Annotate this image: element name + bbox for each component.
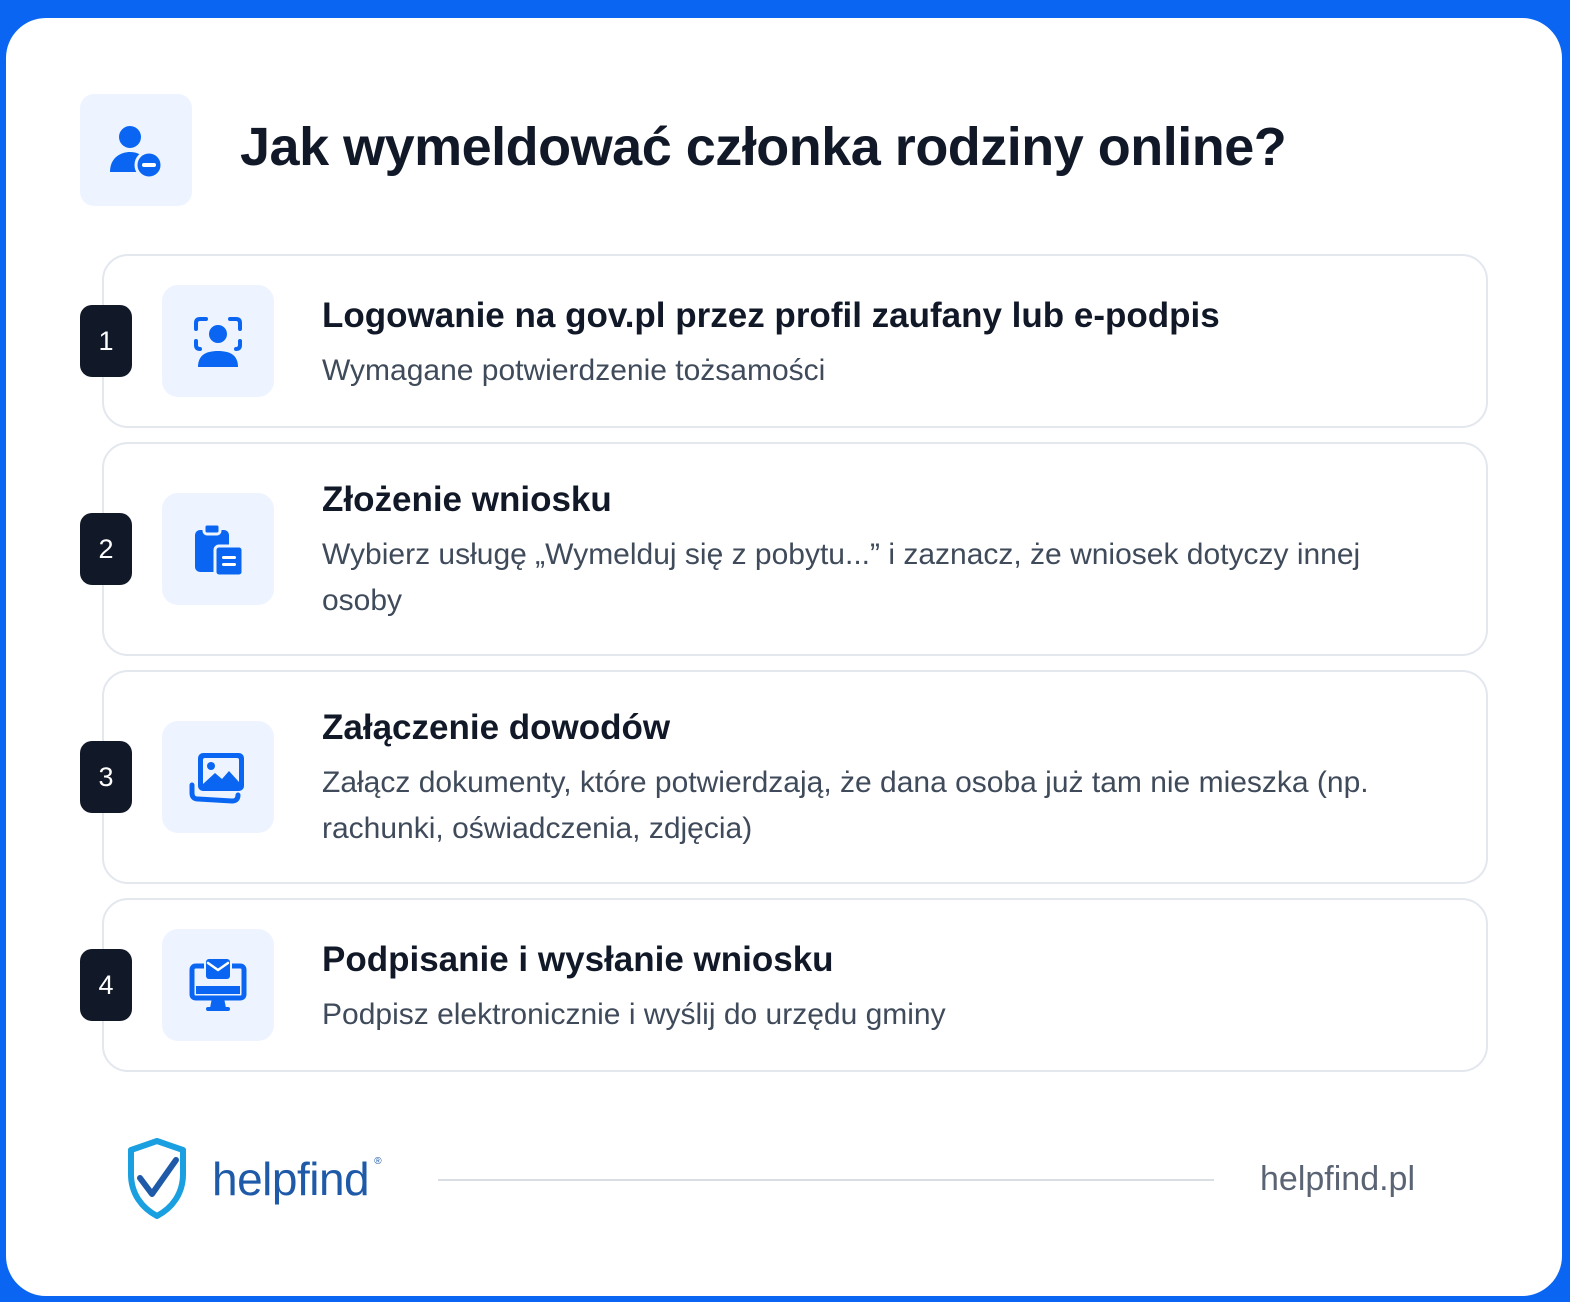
shield-check-icon: [128, 1138, 186, 1219]
step-title: Podpisanie i wysłanie wniosku: [322, 940, 834, 979]
step-description: Wymagane potwierdzenie tożsamości: [322, 354, 826, 387]
clipboard-document-icon: [162, 493, 274, 605]
step-text-3: Załączenie dowodów Załącz dokumenty, któ…: [322, 706, 1382, 852]
step-title: Złożenie wniosku: [322, 480, 612, 519]
step-text-1: Logowanie na gov.pl przez profil zaufany…: [322, 294, 1382, 394]
step-number-4: 4: [80, 949, 132, 1021]
step-title: Załączenie dowodów: [322, 708, 671, 747]
step-description: Podpisz elektronicznie i wyślij do urzęd…: [322, 998, 946, 1031]
step-text-4: Podpisanie i wysłanie wniosku Podpisz el…: [322, 938, 1382, 1038]
step-number-3: 3: [80, 741, 132, 813]
footer-url[interactable]: helpfind.pl: [1260, 1160, 1415, 1199]
infographic-card: Jak wymeldować członka rodziny online? 1…: [6, 18, 1562, 1296]
footer-divider: [438, 1179, 1214, 1181]
step-number-2: 2: [80, 513, 132, 585]
page-title: Jak wymeldować członka rodziny online?: [240, 117, 1287, 177]
step-text-2: Złożenie wniosku Wybierz usługę „Wymeldu…: [322, 478, 1382, 624]
user-minus-icon: [80, 94, 192, 206]
logo-wordmark: helpfind ®: [212, 1153, 382, 1205]
helpfind-logo[interactable]: helpfind ®: [126, 1138, 382, 1220]
face-scan-user-icon: [162, 285, 274, 397]
step-title: Logowanie na gov.pl przez profil zaufany…: [322, 296, 1220, 335]
monitor-mail-icon: [162, 929, 274, 1041]
step-description: Załącz dokumenty, które potwierdzają, że…: [322, 766, 1369, 845]
images-icon: [162, 721, 274, 833]
step-description: Wybierz usługę „Wymelduj się z pobytu...…: [322, 538, 1361, 617]
step-number-1: 1: [80, 305, 132, 377]
